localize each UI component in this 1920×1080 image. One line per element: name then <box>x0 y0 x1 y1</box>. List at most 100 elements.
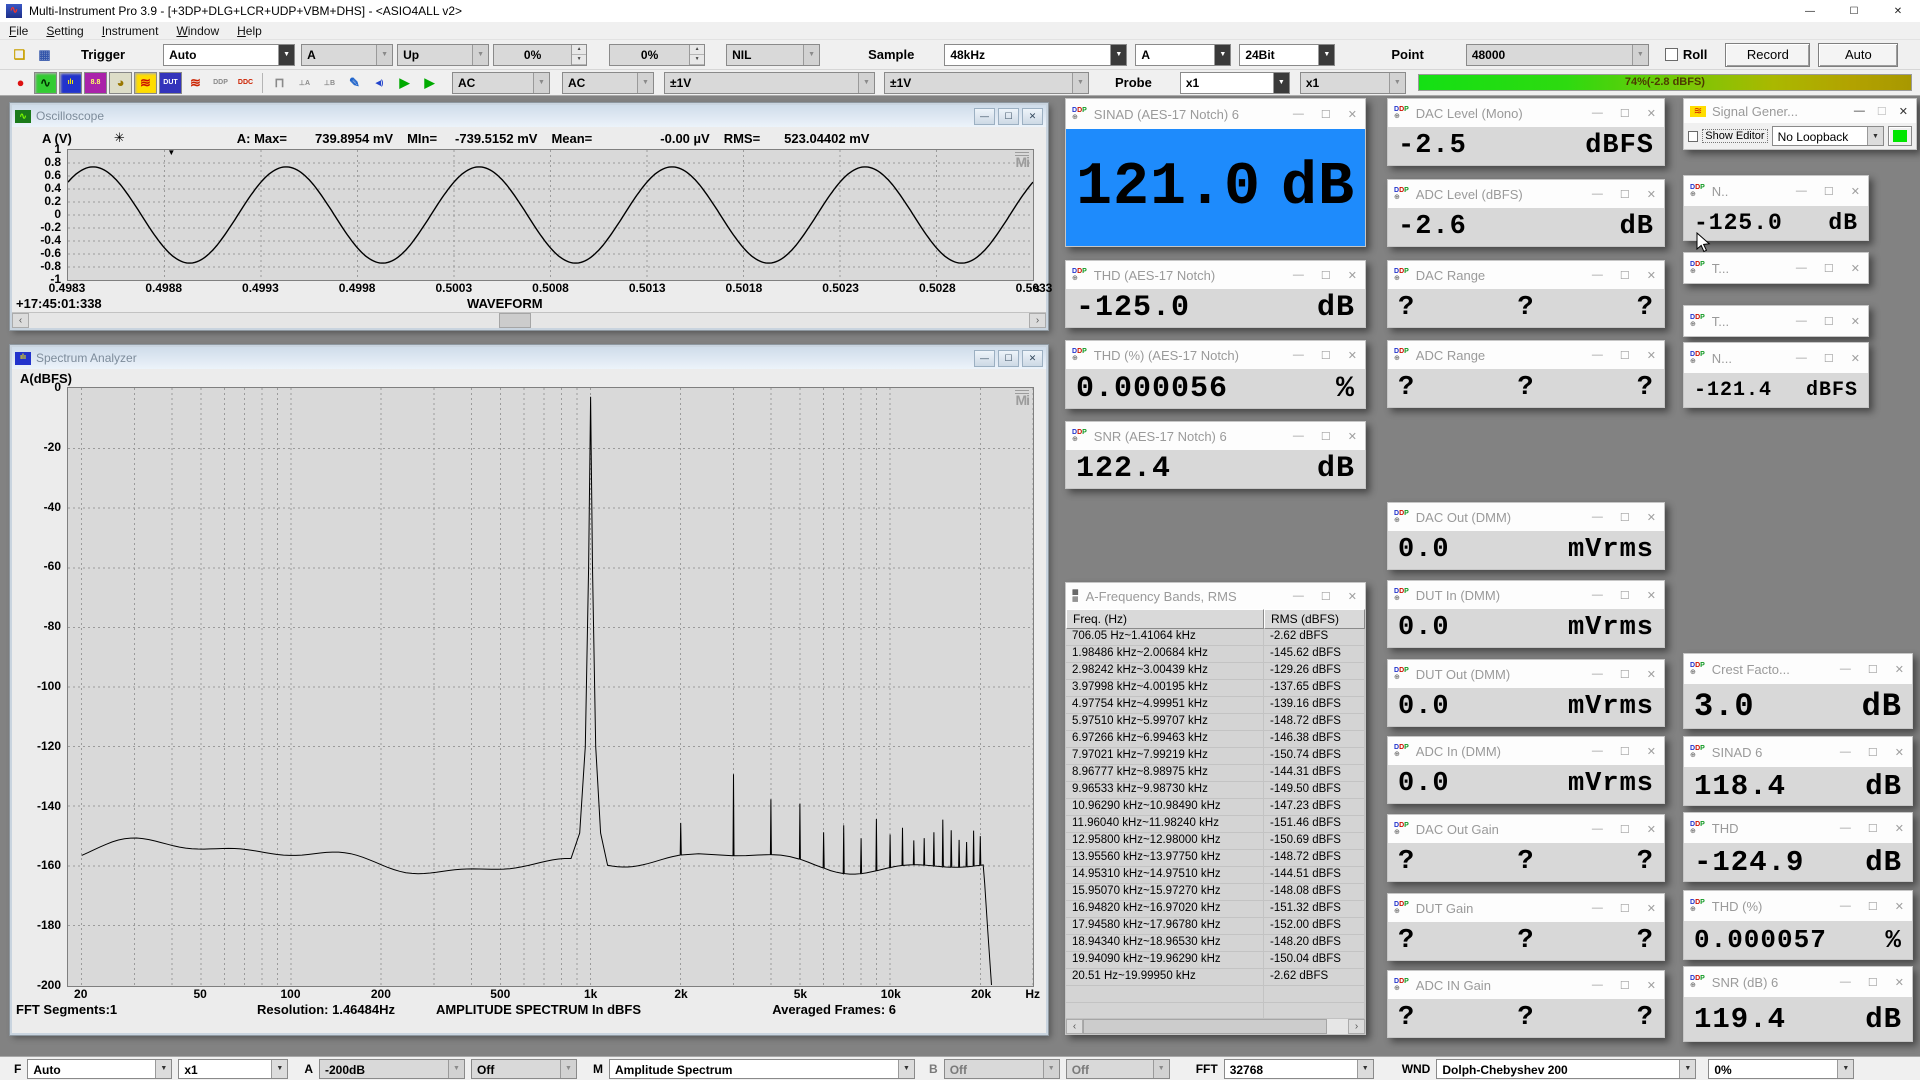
spectrum-titlebar[interactable]: ılı Spectrum Analyzer — ☐ ✕ <box>12 347 1046 369</box>
oscilloscope-titlebar[interactable]: ∿ Oscilloscope — ☐ ✕ <box>12 105 1046 127</box>
chevron-down-icon[interactable]: ▼ <box>1389 73 1405 93</box>
minimize-button[interactable]: — <box>1592 745 1603 757</box>
oscilloscope-hscrollbar[interactable]: ‹ › <box>12 312 1046 328</box>
spinner-arrows[interactable]: ▲▼ <box>571 45 586 65</box>
close-button[interactable]: ✕ <box>1348 590 1357 603</box>
probe-calibration-icon[interactable]: ✎ <box>343 72 366 94</box>
table-row[interactable]: 15.95070 kHz~15.97270 kHz-148.08 dBFS <box>1066 884 1365 901</box>
table-row[interactable]: 1.98486 kHz~2.00684 kHz-145.62 dBFS <box>1066 646 1365 663</box>
window-titlebar[interactable]: DDP⊕SNR (dB) 6—☐✕ <box>1684 967 1912 997</box>
minimize-button[interactable]: — <box>1293 349 1304 361</box>
down-arrow-icon[interactable]: ▼ <box>690 55 704 65</box>
minimize-button[interactable]: — <box>1293 269 1304 281</box>
window-titlebar[interactable]: DDP⊕THD—☐✕ <box>1684 813 1912 843</box>
coupling-b-select[interactable]: AC ▼ <box>562 72 654 94</box>
chevron-down-icon[interactable]: ▼ <box>448 1060 464 1078</box>
window-titlebar[interactable]: DDP⊕N..—☐✕ <box>1684 176 1868 206</box>
maximize-button[interactable]: ☐ <box>1321 590 1331 603</box>
minimize-button[interactable]: — <box>1293 590 1304 602</box>
window-titlebar[interactable]: DDP⊕DUT Gain—☐✕ <box>1388 894 1664 922</box>
table-row[interactable]: 13.95560 kHz~13.97750 kHz-148.72 dBFS <box>1066 850 1365 867</box>
hold-icon[interactable]: ⊓ <box>268 72 291 94</box>
trigger-level-spinner[interactable]: 0% ▲▼ <box>493 44 587 66</box>
zero-a-icon[interactable]: ⊥A <box>293 72 316 94</box>
chevron-down-icon[interactable]: ▼ <box>1679 1060 1695 1078</box>
maximize-button[interactable]: ☐ <box>1321 269 1331 282</box>
table-row[interactable]: 20.51 Hz~19.99950 kHz-2.62 dBFS <box>1066 969 1365 986</box>
maximize-button[interactable]: ☐ <box>1620 349 1630 362</box>
window-titlebar[interactable]: DDP⊕DUT Out (DMM)—☐✕ <box>1388 660 1664 688</box>
minimize-button[interactable]: — <box>1592 349 1603 361</box>
maximize-button[interactable]: ☐ <box>1620 511 1630 524</box>
chevron-down-icon[interactable]: ▼ <box>1043 1060 1059 1078</box>
close-button[interactable]: ✕ <box>1647 511 1656 524</box>
chevron-down-icon[interactable]: ▼ <box>1357 1060 1373 1078</box>
window-titlebar[interactable]: DDP⊕THD (%)—☐✕ <box>1684 891 1912 921</box>
frequency-bands-titlebar[interactable]: ▦▦ A-Frequency Bands, RMS — ☐ ✕ <box>1066 583 1365 609</box>
table-row[interactable]: 5.97510 kHz~5.99707 kHz-148.72 dBFS <box>1066 714 1365 731</box>
window-titlebar[interactable]: DDP⊕THD (%) (AES-17 Notch)—☐✕ <box>1066 341 1365 369</box>
maximize-button[interactable]: ☐ <box>1824 352 1834 365</box>
table-row[interactable]: 7.97021 kHz~7.99219 kHz-150.74 dBFS <box>1066 748 1365 765</box>
table-row[interactable]: 16.94820 kHz~16.97020 kHz-151.32 dBFS <box>1066 901 1365 918</box>
run-icon[interactable]: ▶ <box>393 72 416 94</box>
chevron-down-icon[interactable]: ▼ <box>376 45 392 65</box>
window-titlebar[interactable]: DDP⊕SINAD 6—☐✕ <box>1684 737 1912 767</box>
maximize-button[interactable]: ☐ <box>1824 185 1834 198</box>
chevron-down-icon[interactable]: ▼ <box>803 45 819 65</box>
close-button[interactable]: ✕ <box>1647 107 1656 120</box>
minimize-button[interactable]: — <box>1592 823 1603 835</box>
oscilloscope-icon[interactable]: ∿ <box>34 72 57 94</box>
freq-axis-select[interactable]: Auto ▼ <box>27 1059 172 1079</box>
chevron-down-icon[interactable]: ▼ <box>472 45 488 65</box>
scroll-left-icon[interactable]: ‹ <box>1066 1019 1083 1034</box>
close-button[interactable]: ✕ <box>1348 108 1357 121</box>
table-row[interactable]: 3.97998 kHz~4.00195 kHz-137.65 dBFS <box>1066 680 1365 697</box>
maximize-button[interactable]: ☐ <box>1824 262 1834 275</box>
minimize-button[interactable]: — <box>1840 746 1851 758</box>
chevron-down-icon[interactable]: ▼ <box>560 1060 576 1078</box>
trigger-position-icon[interactable]: ▼ <box>167 149 175 157</box>
close-button[interactable]: ✕ <box>1647 823 1656 836</box>
close-button[interactable]: ✕ <box>1647 188 1656 201</box>
table-row[interactable]: 2.98242 kHz~3.00439 kHz-129.26 dBFS <box>1066 663 1365 680</box>
signal-generator-icon[interactable]: ≋ <box>134 72 157 94</box>
close-button[interactable]: ✕ <box>1895 822 1904 835</box>
close-button[interactable]: ✕ <box>1647 745 1656 758</box>
maximize-button[interactable]: ☐ <box>1824 315 1834 328</box>
table-hscrollbar[interactable]: ‹ › <box>1066 1018 1365 1034</box>
close-button[interactable]: ✕ <box>1899 105 1908 118</box>
close-button[interactable]: ✕ <box>1647 349 1656 362</box>
up-arrow-icon[interactable]: ▲ <box>572 45 586 55</box>
maximize-button[interactable]: ☐ <box>998 350 1019 367</box>
minimize-button[interactable]: — <box>1796 315 1807 327</box>
trigger-marker-icon[interactable]: ✳ <box>114 130 125 146</box>
window-titlebar[interactable]: DDP⊕SINAD (AES-17 Notch) 6—☐✕ <box>1066 99 1365 129</box>
minimize-button[interactable]: — <box>1293 430 1304 442</box>
spinner-arrows[interactable]: ▲▼ <box>689 45 704 65</box>
sampling-channel-select[interactable]: A ▼ <box>1135 44 1231 66</box>
coupling-a-select[interactable]: AC ▼ <box>452 72 550 94</box>
window-titlebar[interactable]: DDP⊕DAC Level (Mono)—☐✕ <box>1388 99 1664 127</box>
maximize-button[interactable]: ☐ <box>1321 108 1331 121</box>
window-titlebar[interactable]: DDP⊕DAC Out Gain—☐✕ <box>1388 815 1664 843</box>
menu-item-instrument[interactable]: Instrument <box>93 24 168 38</box>
trigger-mode-select[interactable]: Auto ▼ <box>163 44 295 66</box>
minimize-button[interactable]: — <box>1592 107 1603 119</box>
table-row[interactable]: 18.94340 kHz~18.96530 kHz-148.20 dBFS <box>1066 935 1365 952</box>
sampling-bits-select[interactable]: 24Bit ▼ <box>1239 44 1335 66</box>
menu-item-window[interactable]: Window <box>167 24 228 38</box>
scroll-thumb[interactable] <box>499 313 531 328</box>
minimize-button[interactable]: — <box>1840 976 1851 988</box>
trigger-edge-select[interactable]: Up ▼ <box>397 44 489 66</box>
maximize-button[interactable]: ☐ <box>1868 746 1878 759</box>
menu-item-setting[interactable]: Setting <box>37 24 92 38</box>
column-header[interactable]: Freq. (Hz) <box>1066 609 1264 629</box>
scroll-right-icon[interactable]: › <box>1348 1019 1365 1034</box>
chevron-down-icon[interactable]: ▼ <box>1867 127 1883 145</box>
maximize-button[interactable]: ☐ <box>1620 269 1630 282</box>
record-button[interactable]: Record <box>1725 43 1810 67</box>
close-button[interactable]: ✕ <box>1022 350 1043 367</box>
close-button[interactable]: ✕ <box>1647 668 1656 681</box>
window-titlebar[interactable]: DDP⊕ADC IN Gain—☐✕ <box>1388 971 1664 999</box>
